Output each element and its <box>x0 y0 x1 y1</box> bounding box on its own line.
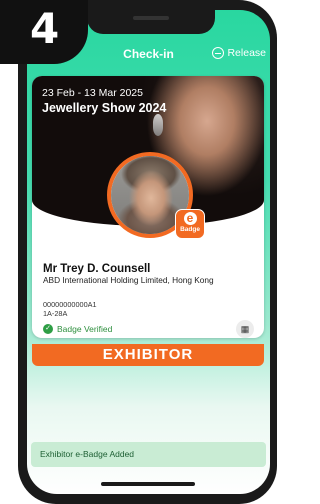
qr-code-icon[interactable]: ▦ <box>236 320 254 338</box>
e-badge-logo: e Badge <box>175 209 205 239</box>
check-circle-icon: ✓ <box>43 324 53 334</box>
event-dates: 23 Feb - 13 Mar 2025 <box>42 87 143 99</box>
app-screen: ‹ Check-in Release 23 Feb - 13 Mar 2025 … <box>27 10 270 494</box>
speaker-grille <box>133 16 169 20</box>
verified-label: Badge Verified <box>57 324 113 334</box>
phone-notch <box>87 10 215 34</box>
e-badge-mark: e <box>183 212 197 225</box>
badge-verified-status: ✓ Badge Verified <box>43 324 112 334</box>
release-button[interactable]: Release <box>212 45 266 61</box>
toast-message: Exhibitor e-Badge Added <box>31 442 266 467</box>
release-label: Release <box>227 47 266 59</box>
booth-number: 1A-28A <box>43 309 68 318</box>
event-name: Jewellery Show 2024 <box>42 101 167 115</box>
attendee-company: ABD International Holding Limited, Hong … <box>43 275 214 285</box>
step-number-badge: 4 <box>0 0 88 64</box>
home-indicator[interactable] <box>101 482 195 486</box>
e-badge-label: Badge <box>180 226 200 233</box>
step-number: 4 <box>30 4 60 53</box>
badge-card: 23 Feb - 13 Mar 2025 Jewellery Show 2024… <box>32 76 264 338</box>
earring-detail <box>153 114 163 136</box>
badge-code: 00000000000A1 <box>43 300 97 309</box>
attendee-name: Mr Trey D. Counsell <box>43 263 151 275</box>
minus-circle-icon <box>212 47 225 59</box>
role-banner: EXHIBITOR <box>32 344 264 366</box>
phone-frame: ‹ Check-in Release 23 Feb - 13 Mar 2025 … <box>18 0 277 504</box>
